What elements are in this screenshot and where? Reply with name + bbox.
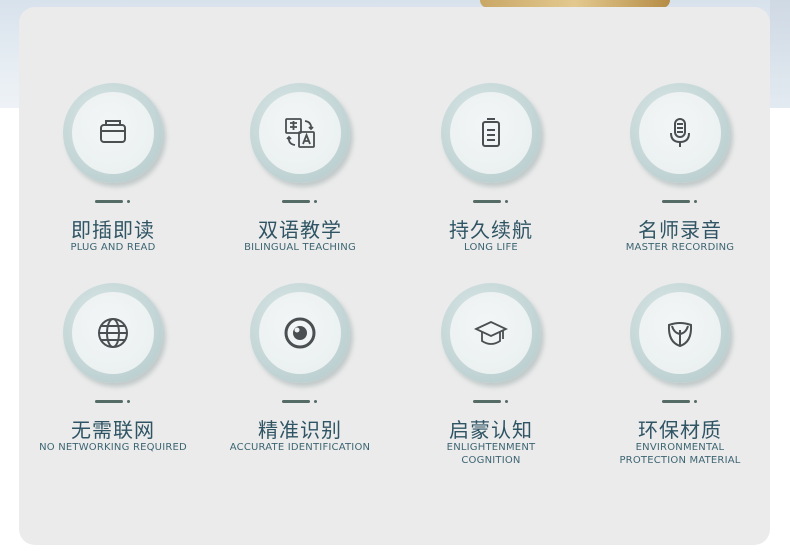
graduation-cap-icon bbox=[474, 321, 508, 345]
feature-enlightenment-cognition: 启蒙认知 ENLIGHTENMENT COGNITION bbox=[396, 283, 586, 483]
feature-subtitle: NO NETWORKING REQUIRED bbox=[39, 442, 187, 453]
divider-dash bbox=[662, 400, 698, 404]
feature-title: 名师录音 bbox=[638, 218, 722, 242]
icon-ring bbox=[441, 283, 541, 383]
divider-dash bbox=[282, 400, 318, 404]
feature-title: 双语教学 bbox=[258, 218, 342, 242]
leaf-sprout-icon bbox=[667, 322, 693, 348]
feature-bilingual-teaching: 双语教学 BILINGUAL TEACHING bbox=[205, 83, 395, 283]
translate-icon bbox=[285, 118, 315, 148]
divider-dash bbox=[473, 400, 509, 404]
globe-icon bbox=[98, 318, 128, 348]
feature-long-life: 持久续航 LONG LIFE bbox=[396, 83, 586, 283]
feature-subtitle: BILINGUAL TEACHING bbox=[244, 242, 356, 253]
feature-environmental-material: 环保材质 ENVIRONMENTAL PROTECTION MATERIAL bbox=[585, 283, 775, 483]
feature-title: 启蒙认知 bbox=[449, 418, 533, 442]
feature-title: 环保材质 bbox=[638, 418, 722, 442]
divider-dash bbox=[95, 200, 131, 204]
feature-no-networking: 无需联网 NO NETWORKING REQUIRED bbox=[18, 283, 208, 483]
battery-icon bbox=[482, 118, 500, 147]
usb-plug-icon bbox=[100, 120, 126, 143]
features-card: 即插即读 PLUG AND READ 双语教学 BILINGUAL TEACHI… bbox=[19, 7, 770, 545]
feature-subtitle: MASTER RECORDING bbox=[625, 242, 735, 253]
feature-subtitle: ENVIRONMENTAL PROTECTION MATERIAL bbox=[619, 442, 741, 466]
icon-ring bbox=[63, 283, 163, 383]
divider-dash bbox=[95, 400, 131, 404]
feature-title: 无需联网 bbox=[71, 418, 155, 442]
feature-title: 精准识别 bbox=[258, 418, 342, 442]
target-eye-icon bbox=[284, 317, 316, 349]
feature-title: 即插即读 bbox=[71, 218, 155, 242]
feature-accurate-identification: 精准识别 ACCURATE IDENTIFICATION bbox=[205, 283, 395, 483]
divider-dash bbox=[473, 200, 509, 204]
feature-subtitle: ACCURATE IDENTIFICATION bbox=[229, 442, 371, 453]
feature-title: 持久续航 bbox=[449, 218, 533, 242]
feature-plug-and-read: 即插即读 PLUG AND READ bbox=[18, 83, 208, 283]
icon-ring bbox=[250, 283, 350, 383]
divider-dash bbox=[662, 200, 698, 204]
icon-ring bbox=[630, 83, 730, 183]
feature-master-recording: 名师录音 MASTER RECORDING bbox=[585, 83, 775, 283]
feature-subtitle: PLUG AND READ bbox=[70, 242, 156, 253]
feature-subtitle: LONG LIFE bbox=[464, 242, 518, 253]
icon-ring bbox=[441, 83, 541, 183]
icon-ring bbox=[250, 83, 350, 183]
icon-ring bbox=[63, 83, 163, 183]
divider-dash bbox=[282, 200, 318, 204]
feature-subtitle: ENLIGHTENMENT COGNITION bbox=[446, 442, 536, 466]
microphone-icon bbox=[670, 118, 690, 147]
icon-ring bbox=[630, 283, 730, 383]
